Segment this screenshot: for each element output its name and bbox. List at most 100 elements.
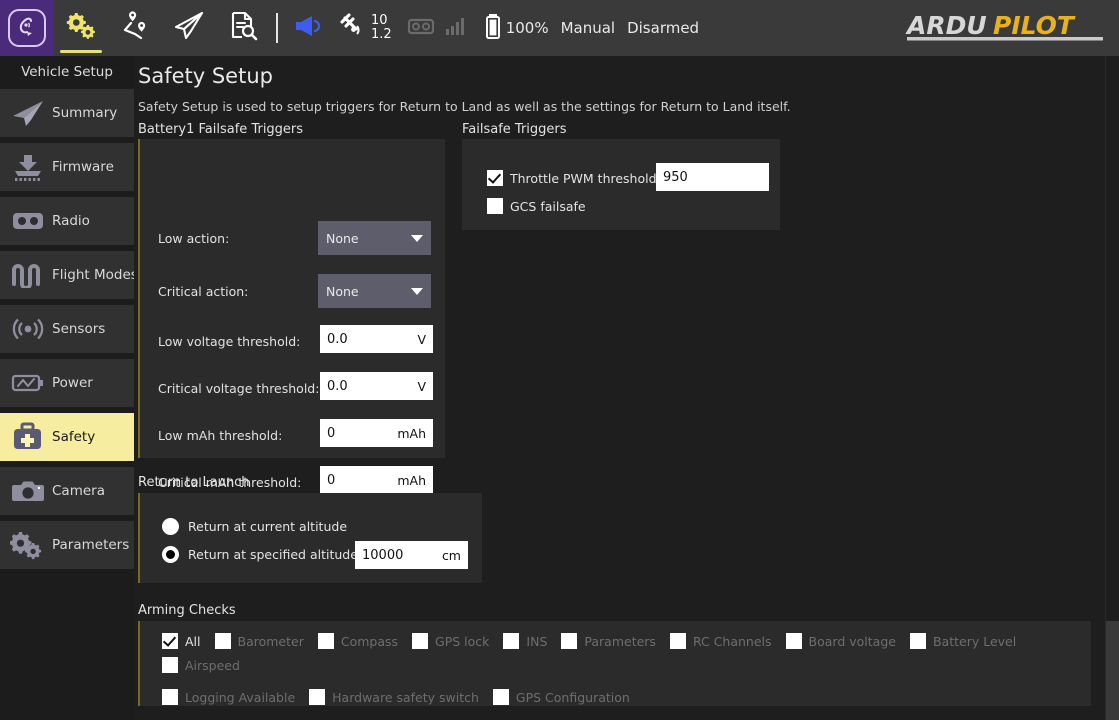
sidebar-item-safety[interactable]: Safety (0, 413, 134, 461)
arming-check-compass[interactable]: Compass (318, 633, 398, 649)
arming-check-barometer-checkbox[interactable] (215, 633, 231, 649)
rc-transmitter-icon (8, 204, 48, 238)
battery-percent: 100% (506, 19, 549, 37)
arming-check-gps-lock[interactable]: GPS lock (412, 633, 489, 649)
flight-mode-label: Manual (561, 19, 616, 37)
arming-check-all[interactable]: All (162, 633, 201, 649)
throttle-pwm-checkbox-row[interactable]: Throttle PWM threshold: (487, 170, 661, 186)
specified-altitude-input[interactable]: 10000 cm (355, 541, 468, 569)
critical-mah-value: 0 (327, 473, 397, 488)
arming-check-rc-channels[interactable]: RC Channels (670, 633, 772, 649)
arming-check-airspeed[interactable]: Airspeed (162, 657, 240, 673)
sidebar-title: Vehicle Setup (0, 56, 134, 89)
return-specified-altitude-radio[interactable] (162, 546, 179, 563)
sidebar-item-camera[interactable]: Camera (0, 467, 134, 515)
arming-check-gps-lock-checkbox[interactable] (412, 633, 428, 649)
arming-check-label: Compass (341, 634, 398, 649)
toolbar-status-group: 10 1.2 (290, 0, 707, 56)
arming-check-airspeed-checkbox[interactable] (162, 657, 178, 673)
megaphone-icon[interactable] (292, 13, 322, 43)
sidebar-item-label: Radio (52, 213, 90, 229)
low-action-label: Low action: (158, 231, 229, 246)
arming-check-hardware-safety-switch[interactable]: Hardware safety switch (309, 689, 479, 705)
low-mah-threshold-input[interactable]: 0 mAh (320, 419, 433, 447)
document-search-logs-icon (228, 10, 258, 46)
arming-check-ins[interactable]: INS (503, 633, 547, 649)
specified-altitude-unit: cm (442, 548, 461, 563)
throttle-pwm-input[interactable]: 950 (656, 163, 769, 191)
arm-state-label: Disarmed (627, 19, 699, 37)
sidebar-item-firmware[interactable]: Firmware (0, 143, 134, 191)
arming-check-compass-checkbox[interactable] (318, 633, 334, 649)
gcs-failsafe-checkbox[interactable] (487, 198, 503, 214)
gps-stats: 10 1.2 (371, 14, 392, 41)
throttle-pwm-label: Throttle PWM threshold: (510, 171, 661, 186)
return-current-altitude-radio[interactable] (162, 518, 179, 535)
critical-voltage-label: Critical voltage threshold: (158, 381, 319, 396)
arming-check-label: Board voltage (809, 634, 896, 649)
main-content: Safety Setup Safety Setup is used to set… (134, 56, 1105, 720)
arming-check-barometer[interactable]: Barometer (215, 633, 304, 649)
chevron-down-icon (411, 235, 423, 242)
toolbar-logs[interactable] (216, 0, 270, 56)
battery-icon (484, 12, 502, 44)
arming-check-logging-available[interactable]: Logging Available (162, 689, 295, 705)
return-to-launch-heading: Return to Launch (138, 475, 250, 490)
sidebar-item-flight-modes[interactable]: Flight Modes (0, 251, 134, 299)
arming-check-gps-configuration-checkbox[interactable] (493, 689, 509, 705)
throttle-pwm-checkbox[interactable] (487, 170, 503, 186)
arming-check-label: Barometer (238, 634, 304, 649)
arming-check-rc-channels-checkbox[interactable] (670, 633, 686, 649)
critical-mah-threshold-input[interactable]: 0 mAh (320, 466, 433, 494)
toolbar-config-tuning[interactable] (54, 0, 108, 56)
critical-action-value: None (326, 284, 359, 299)
arming-check-battery-level-checkbox[interactable] (910, 633, 926, 649)
low-mah-unit: mAh (397, 426, 426, 441)
sidebar-item-parameters[interactable]: Parameters (0, 521, 134, 569)
sidebar-item-sensors[interactable]: Sensors (0, 305, 134, 353)
arming-check-board-voltage-checkbox[interactable] (786, 633, 802, 649)
arming-check-label: GPS Configuration (516, 690, 630, 705)
return-current-altitude-row[interactable]: Return at current altitude (162, 518, 347, 535)
critical-voltage-value: 0.0 (327, 379, 417, 394)
critical-mah-unit: mAh (397, 473, 426, 488)
toolbar-flight-plan[interactable] (108, 0, 162, 56)
arming-check-label: Airspeed (185, 658, 240, 673)
sidebar-item-radio[interactable]: Radio (0, 197, 134, 245)
gcs-failsafe-label: GCS failsafe (510, 199, 586, 214)
vehicle-setup-sidebar: Vehicle Setup Summary (0, 56, 134, 720)
arming-check-board-voltage[interactable]: Board voltage (786, 633, 896, 649)
logo-text-pilot: PILOT (993, 11, 1076, 40)
low-action-dropdown[interactable]: None (318, 221, 431, 255)
toolbar-mission-planner-home[interactable] (0, 0, 54, 56)
gps-hdop: 1.2 (371, 28, 392, 42)
critical-action-dropdown[interactable]: None (318, 274, 431, 308)
low-mah-value: 0 (327, 426, 397, 441)
paper-plane-flight-data-icon (172, 10, 206, 46)
sidebar-item-label: Parameters (52, 537, 129, 553)
battery-power-icon (8, 366, 48, 400)
arming-check-parameters[interactable]: Parameters (561, 633, 656, 649)
arming-check-gps-configuration[interactable]: GPS Configuration (493, 689, 630, 705)
arming-check-battery-level[interactable]: Battery Level (910, 633, 1016, 649)
ardupilot-logo: ARDU PILOT (905, 9, 1105, 45)
arming-check-hardware-safety-switch-checkbox[interactable] (309, 689, 325, 705)
waveform-icon (8, 258, 48, 292)
arming-check-ins-checkbox[interactable] (503, 633, 519, 649)
firmware-download-icon (8, 150, 48, 184)
gcs-failsafe-checkbox-row[interactable]: GCS failsafe (487, 198, 586, 214)
toolbar-flight-data[interactable] (162, 0, 216, 56)
return-specified-altitude-row[interactable]: Return at specified altitude: (162, 546, 362, 563)
critical-voltage-unit: V (417, 379, 426, 394)
arming-check-label: Battery Level (933, 634, 1016, 649)
arming-check-label: RC Channels (693, 634, 772, 649)
sidebar-item-power[interactable]: Power (0, 359, 134, 407)
arming-check-parameters-checkbox[interactable] (561, 633, 577, 649)
sidebar-item-summary[interactable]: Summary (0, 89, 134, 137)
sidebar-item-label: Firmware (52, 159, 114, 175)
low-voltage-threshold-input[interactable]: 0.0 V (320, 325, 433, 353)
satellite-icon (338, 12, 366, 44)
arming-check-logging-available-checkbox[interactable] (162, 689, 178, 705)
arming-check-all-checkbox[interactable] (162, 633, 178, 649)
critical-voltage-threshold-input[interactable]: 0.0 V (320, 372, 433, 400)
